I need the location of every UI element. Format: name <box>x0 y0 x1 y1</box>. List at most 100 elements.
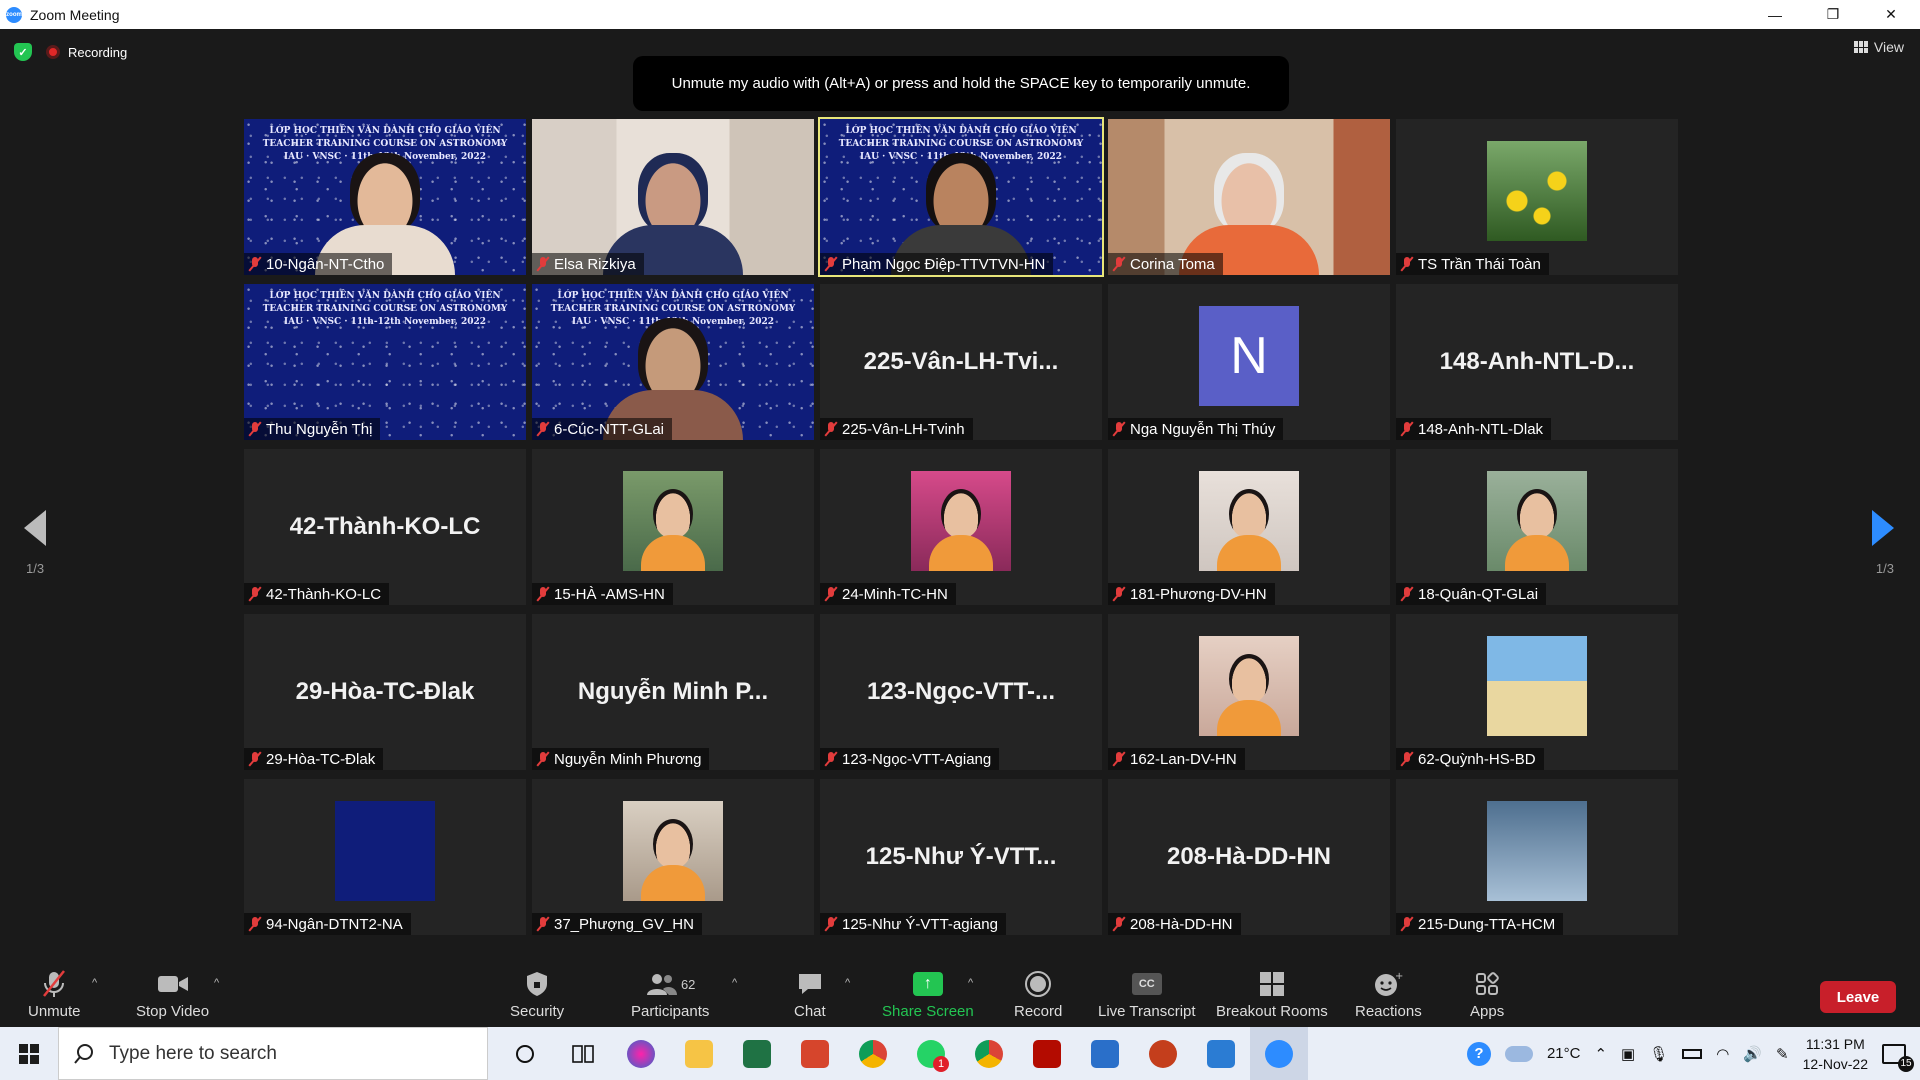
participant-tile[interactable]: 24-Minh-TC-HN <box>820 449 1102 605</box>
share-options-caret-icon[interactable]: ^ <box>968 977 973 989</box>
participant-tile[interactable]: Elsa Rizkiya <box>532 119 814 275</box>
svg-text:+: + <box>1395 971 1403 982</box>
participant-tile[interactable]: 62-Quỳnh-HS-BD <box>1396 614 1678 770</box>
media-player-icon[interactable] <box>1192 1027 1250 1080</box>
participant-name-label: 181-Phương-DV-HN <box>1108 583 1275 605</box>
participant-tile[interactable]: 15-HÀ -AMS-HN <box>532 449 814 605</box>
next-page-icon[interactable] <box>1872 510 1894 546</box>
participant-tile[interactable]: LỚP HỌC THIÊN VĂN DÀNH CHO GIÁO VIÊN TEAC… <box>244 119 526 275</box>
participant-tile[interactable]: LỚP HỌC THIÊN VĂN DÀNH CHO GIÁO VIÊN TEAC… <box>818 117 1104 277</box>
zoom-taskbar-icon[interactable] <box>1250 1027 1308 1080</box>
participant-name: 24-Minh-TC-HN <box>842 585 948 603</box>
participant-tile[interactable]: 208-Hà-DD-HN 208-Hà-DD-HN <box>1108 779 1390 935</box>
taskbar-search-box[interactable]: Type here to search <box>58 1027 488 1080</box>
participant-tile[interactable]: 123-Ngọc-VTT-... 123-Ngọc-VTT-Agiang <box>820 614 1102 770</box>
help-icon[interactable]: ? <box>1466 1041 1491 1066</box>
task-view-cortana-icon[interactable] <box>496 1027 554 1080</box>
weather-cloud-icon[interactable] <box>1504 1045 1533 1062</box>
security-button[interactable]: Security <box>510 969 564 1020</box>
task-view-icon[interactable] <box>554 1027 612 1080</box>
close-button[interactable]: ✕ <box>1862 0 1920 29</box>
clock-time: 11:31 PM <box>1805 1035 1865 1052</box>
share-screen-arrow-icon: ↑ <box>912 972 943 996</box>
chevron-up-icon[interactable]: ⌃ <box>1594 1045 1607 1063</box>
participants-options-caret-icon[interactable]: ^ <box>732 977 737 989</box>
participants-button[interactable]: 62 Participants <box>631 969 709 1020</box>
wifi-icon[interactable]: ◠ <box>1716 1045 1729 1063</box>
participant-tile[interactable]: 18-Quân-QT-GLai <box>1396 449 1678 605</box>
breakout-rooms-button[interactable]: Breakout Rooms <box>1216 969 1328 1020</box>
previous-page-icon[interactable] <box>24 510 46 546</box>
participant-tile[interactable]: 94-Ngân-DTNT2-NA <box>244 779 526 935</box>
participant-tile[interactable]: 162-Lan-DV-HN <box>1108 614 1390 770</box>
volume-icon[interactable]: 🔊 <box>1743 1045 1762 1063</box>
mic-muted-icon <box>1400 916 1414 932</box>
participant-name: 6-Cúc-NTT-GLai <box>554 420 665 438</box>
record-button[interactable]: Record <box>1014 969 1062 1020</box>
video-options-caret-icon[interactable]: ^ <box>214 977 219 989</box>
chat-button[interactable]: Chat <box>794 969 826 1020</box>
chat-label: Chat <box>794 1003 826 1020</box>
participant-name-label: 225-Vân-LH-Tvinh <box>820 418 973 440</box>
participant-tile[interactable]: LỚP HỌC THIÊN VĂN DÀNH CHO GIÁO VIÊN TEAC… <box>532 284 814 440</box>
apps-button[interactable]: Apps <box>1470 969 1504 1020</box>
pen-icon[interactable]: ✎ <box>1776 1045 1789 1063</box>
microphone-icon[interactable]: 🎙 <box>1649 1045 1668 1063</box>
view-button[interactable]: View <box>1853 39 1904 55</box>
encryption-shield-icon[interactable]: ✓ <box>14 43 32 61</box>
participant-tile[interactable]: 42-Thành-KO-LC 42-Thành-KO-LC <box>244 449 526 605</box>
participant-tile[interactable]: 215-Dung-TTA-HCM <box>1396 779 1678 935</box>
participant-tile[interactable]: LỚP HỌC THIÊN VĂN DÀNH CHO GIÁO VIÊN TEAC… <box>244 284 526 440</box>
participant-tile[interactable]: Nguyễn Minh P... Nguyễn Minh Phương <box>532 614 814 770</box>
participant-tile[interactable]: TS Trần Thái Toàn <box>1396 119 1678 275</box>
restore-button[interactable]: ❐ <box>1804 0 1862 29</box>
snipping-tool-icon[interactable] <box>612 1027 670 1080</box>
participants-icon: 62 <box>645 969 695 999</box>
whatsapp-icon[interactable]: 1 <box>902 1027 960 1080</box>
reactions-button[interactable]: + Reactions <box>1355 969 1422 1020</box>
participant-tile[interactable]: Corina Toma <box>1108 119 1390 275</box>
acrobat-icon[interactable] <box>1018 1027 1076 1080</box>
participant-tile[interactable]: 225-Vân-LH-Tvi... 225-Vân-LH-Tvinh <box>820 284 1102 440</box>
audio-options-caret-icon[interactable]: ^ <box>92 977 97 989</box>
chrome-profile-icon[interactable] <box>960 1027 1018 1080</box>
battery-icon[interactable] <box>1682 1048 1703 1059</box>
start-button[interactable] <box>0 1027 58 1080</box>
notifications-icon[interactable]: 15 <box>1882 1043 1914 1072</box>
participant-tile[interactable]: 125-Như Ý-VTT... 125-Như Ý-VTT-agiang <box>820 779 1102 935</box>
chat-options-caret-icon[interactable]: ^ <box>845 977 850 989</box>
powerpoint-icon[interactable] <box>1134 1027 1192 1080</box>
participant-tile[interactable]: 37_Phượng_GV_HN <box>532 779 814 935</box>
meet-now-icon[interactable]: ▣ <box>1621 1045 1635 1063</box>
unmute-button[interactable]: Unmute <box>28 969 81 1020</box>
recording-indicator[interactable]: Recording <box>46 45 127 60</box>
chat-bubble-icon <box>796 969 824 999</box>
live-transcript-button[interactable]: CC Live Transcript <box>1098 969 1196 1020</box>
participant-video: 225-Vân-LH-Tvi... <box>820 284 1102 440</box>
file-explorer-icon[interactable] <box>670 1027 728 1080</box>
books-app-icon[interactable] <box>786 1027 844 1080</box>
participant-tile[interactable]: 181-Phương-DV-HN <box>1108 449 1390 605</box>
excel-icon[interactable] <box>728 1027 786 1080</box>
notification-count: 15 <box>1898 1055 1914 1072</box>
minimize-button[interactable]: — <box>1746 0 1804 29</box>
participant-name: Corina Toma <box>1130 255 1215 273</box>
weather-temperature[interactable]: 21°C <box>1547 1045 1581 1062</box>
stop-video-button[interactable]: Stop Video <box>136 969 209 1020</box>
participant-tile[interactable]: 29-Hòa-TC-Đlak 29-Hòa-TC-Đlak <box>244 614 526 770</box>
share-screen-button[interactable]: ↑ Share Screen <box>882 969 974 1020</box>
chrome-icon[interactable] <box>844 1027 902 1080</box>
mic-muted-icon <box>248 421 262 437</box>
video-gallery-grid: LỚP HỌC THIÊN VĂN DÀNH CHO GIÁO VIÊN TEAC… <box>244 117 1678 939</box>
participant-name: 148-Anh-NTL-Dlak <box>1418 420 1544 438</box>
leave-button[interactable]: Leave <box>1820 981 1896 1013</box>
photos-icon[interactable] <box>1076 1027 1134 1080</box>
participant-tile[interactable]: 148-Anh-NTL-D... 148-Anh-NTL-Dlak <box>1396 284 1678 440</box>
participant-video <box>1396 614 1678 770</box>
participant-tile[interactable]: N Nga Nguyễn Thị Thúy <box>1108 284 1390 440</box>
participant-video <box>532 779 814 935</box>
apps-label: Apps <box>1470 1003 1505 1020</box>
taskbar-clock[interactable]: 11:31 PM 12-Nov-22 <box>1803 1034 1868 1074</box>
whatsapp-badge: 1 <box>933 1055 949 1072</box>
zoom-logo-icon: zoom <box>6 6 22 23</box>
